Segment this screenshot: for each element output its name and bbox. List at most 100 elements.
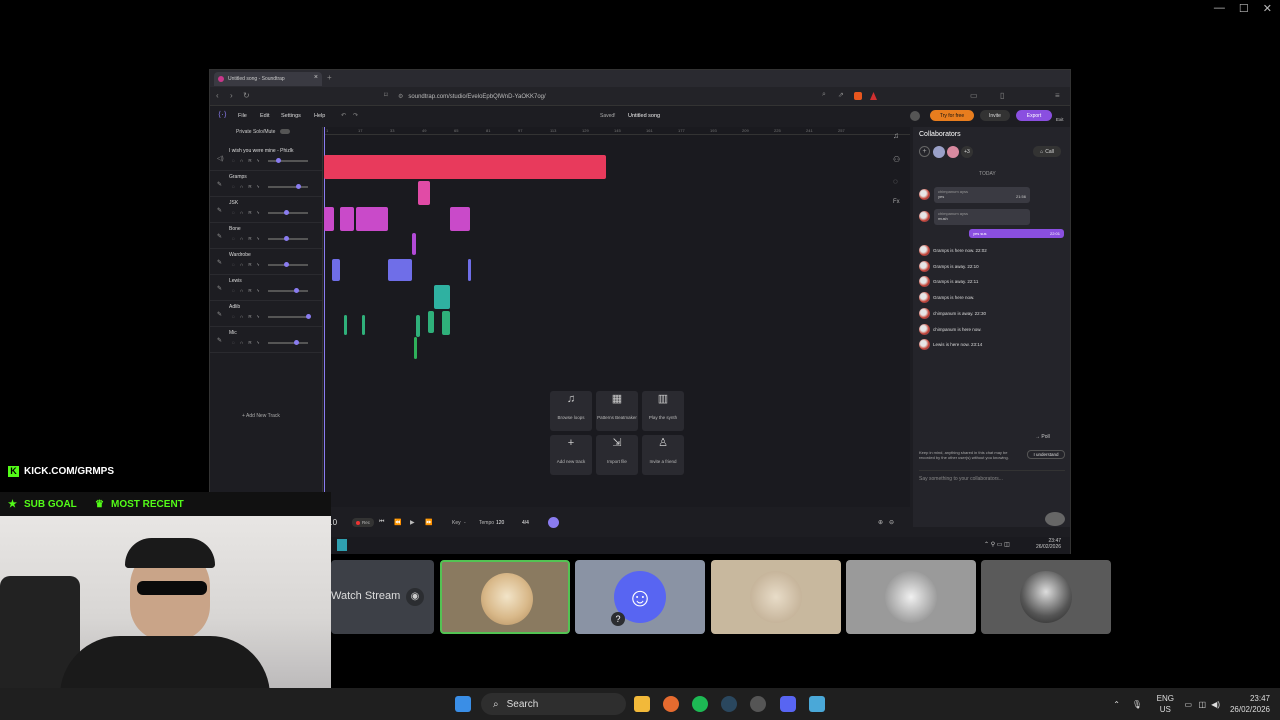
- volume-icon[interactable]: ◀): [1211, 699, 1220, 710]
- avatar[interactable]: [910, 111, 920, 121]
- track-name[interactable]: Bone: [229, 226, 241, 232]
- bookmark-icon[interactable]: ⌑: [384, 91, 388, 99]
- track-controls[interactable]: ◌ ∩ R ϟ: [232, 288, 261, 293]
- more-collaborators[interactable]: +3: [961, 146, 973, 158]
- taskbar-search[interactable]: ⌕ Search: [481, 693, 626, 715]
- track-row[interactable]: ◁) I wish you were mine - Phizlk ◌ ∩ R ϟ: [210, 145, 322, 171]
- menu-file[interactable]: File: [238, 113, 247, 119]
- share-icon[interactable]: ⇗: [838, 91, 844, 99]
- menu-edit[interactable]: Edit: [260, 113, 269, 119]
- timeline-area[interactable]: 1 17 33 49 65 81 97 113 129 145 161 177 193 209 225 241…: [324, 127, 910, 507]
- call-button[interactable]: ⌂ Call: [1033, 146, 1061, 157]
- speaker-icon[interactable]: ◁): [217, 155, 224, 162]
- audio-clip[interactable]: [332, 259, 340, 281]
- user-avatar[interactable]: [919, 292, 930, 304]
- user-avatar[interactable]: [919, 260, 930, 272]
- watch-stream-card[interactable]: Watch Stream ◉: [331, 560, 434, 634]
- add-new-track-button[interactable]: + Add New Track: [242, 413, 280, 419]
- edit-icon[interactable]: ✎: [217, 233, 222, 240]
- volume-slider[interactable]: [268, 236, 308, 241]
- quick-action-tile[interactable]: ⇲ Import file: [596, 435, 638, 475]
- track-controls[interactable]: ◌ ∩ R ϟ: [232, 314, 261, 319]
- discord-icon[interactable]: [780, 696, 796, 712]
- chat-icon[interactable]: ◌: [893, 177, 905, 189]
- loops-icon[interactable]: ♫: [893, 131, 905, 143]
- audio-clip[interactable]: [356, 207, 388, 231]
- url-field[interactable]: ⚙ soundtrap.com/studio/EveloEpbQlWnD-YaO…: [398, 90, 886, 103]
- audio-clip[interactable]: [416, 315, 420, 337]
- spotify-icon[interactable]: [692, 696, 708, 712]
- track-row[interactable]: ✎ JSK ◌ ∩ R ϟ: [210, 197, 322, 223]
- audio-clip[interactable]: [428, 311, 434, 333]
- forward-icon[interactable]: ⏩: [425, 519, 432, 526]
- minimize-button[interactable]: —: [1214, 2, 1225, 15]
- track-name[interactable]: I wish you were mine - Phizlk: [229, 148, 293, 154]
- track-name[interactable]: JSK: [229, 200, 238, 206]
- time-signature[interactable]: 4/4: [522, 520, 529, 526]
- maximize-button[interactable]: ☐: [1239, 2, 1249, 15]
- i-understand-button[interactable]: I understand: [1027, 450, 1065, 459]
- user-avatar[interactable]: [919, 307, 930, 319]
- collaborator-avatar[interactable]: [933, 146, 945, 158]
- participant-card[interactable]: [981, 560, 1111, 634]
- audio-clip[interactable]: [324, 207, 334, 231]
- user-avatar[interactable]: [919, 189, 930, 200]
- metronome-icon[interactable]: [548, 517, 559, 528]
- track-row[interactable]: ✎ Wardrobe ◌ ∩ R ϟ: [210, 249, 322, 275]
- audio-clip[interactable]: [388, 259, 412, 281]
- collaborator-avatar[interactable]: [947, 146, 959, 158]
- audio-clip[interactable]: [450, 207, 470, 231]
- record-button[interactable]: Rec: [352, 518, 374, 527]
- track-row[interactable]: ✎ Mic ◌ ∩ R ϟ: [210, 327, 322, 353]
- file-explorer-icon[interactable]: [634, 696, 650, 712]
- track-controls[interactable]: ◌ ∩ R ϟ: [232, 262, 261, 267]
- notepad-icon[interactable]: [809, 696, 825, 712]
- close-tab-icon[interactable]: ×: [314, 74, 318, 81]
- eye-icon[interactable]: ◉: [406, 588, 424, 606]
- track-row[interactable]: ✎ Adlib ◌ ∩ R ϟ: [210, 301, 322, 327]
- audio-clip[interactable]: [434, 285, 450, 309]
- sidebar-icon[interactable]: ▯: [1000, 91, 1004, 100]
- rewind-icon[interactable]: ⏪: [394, 519, 401, 526]
- volume-slider[interactable]: [268, 340, 308, 345]
- edit-icon[interactable]: ✎: [217, 259, 222, 266]
- chat-toggle-icon[interactable]: [1045, 512, 1065, 526]
- chat-input[interactable]: Say something to your collaborators...: [919, 470, 1065, 486]
- timeline-ruler[interactable]: 1 17 33 49 65 81 97 113 129 145 161 177 193 209 225 241…: [324, 127, 910, 135]
- volume-slider[interactable]: [268, 184, 308, 189]
- volume-knob[interactable]: [284, 262, 289, 267]
- participant-card[interactable]: [846, 560, 976, 634]
- collaborators-icon[interactable]: ⚇: [893, 155, 905, 167]
- microphone-icon[interactable]: 🎙: [1132, 699, 1142, 710]
- user-avatar[interactable]: [919, 245, 930, 256]
- tray-chevron-icon[interactable]: ⌃: [1113, 699, 1120, 710]
- edit-icon[interactable]: ✎: [217, 207, 222, 214]
- brave-shield-icon[interactable]: [854, 92, 862, 100]
- undo-icon[interactable]: ↶: [341, 112, 346, 119]
- display-icon[interactable]: ▭: [1184, 699, 1192, 710]
- volume-knob[interactable]: [284, 236, 289, 241]
- track-name[interactable]: Lewis: [229, 278, 242, 284]
- to-start-icon[interactable]: ⏮: [379, 519, 384, 526]
- track-name[interactable]: Adlib: [229, 304, 240, 310]
- zoom-in-icon[interactable]: ⊕: [878, 519, 883, 526]
- exit-button[interactable]: Exit: [1056, 117, 1064, 122]
- track-controls[interactable]: ◌ ∩ R ϟ: [232, 236, 261, 241]
- volume-knob[interactable]: [306, 314, 311, 319]
- track-row[interactable]: ✎ Lewis ◌ ∩ R ϟ: [210, 275, 322, 301]
- soundtrap-logo-icon[interactable]: ⟨·⟩: [218, 110, 227, 119]
- participant-card[interactable]: [440, 560, 570, 634]
- audio-clip[interactable]: [418, 181, 430, 205]
- remote-app-icon[interactable]: [337, 539, 347, 551]
- edit-icon[interactable]: ✎: [217, 337, 222, 344]
- quick-action-tile[interactable]: ♙ Invite a friend: [642, 435, 684, 475]
- edit-icon[interactable]: ✎: [217, 285, 222, 292]
- participant-card[interactable]: ☺ ?: [575, 560, 705, 634]
- volume-slider[interactable]: [268, 314, 311, 319]
- effects-icon[interactable]: Fx: [893, 199, 905, 211]
- volume-knob[interactable]: [284, 210, 289, 215]
- close-button[interactable]: ✕: [1263, 2, 1272, 15]
- clock[interactable]: 23:47 26/02/2026: [1222, 693, 1270, 715]
- quick-action-tile[interactable]: ▥ Play the synth: [642, 391, 684, 431]
- quick-action-tile[interactable]: ♫ Browse loops: [550, 391, 592, 431]
